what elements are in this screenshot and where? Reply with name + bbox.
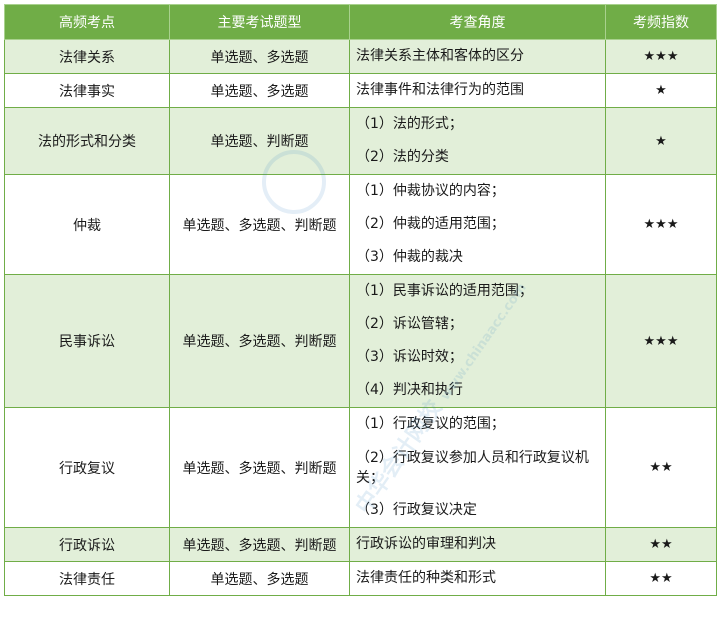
topic-cell: 法律关系 xyxy=(4,39,170,74)
topic-cell: 民事诉讼 xyxy=(4,274,170,408)
angle-item: （1）行政复议的范围； xyxy=(356,416,505,432)
table-row: 法律关系 单选题、多选题 法律关系主体和客体的区分 ★★★ xyxy=(4,39,717,74)
frequency-stars: ★★ xyxy=(605,407,717,528)
question-types-cell: 单选题、多选题、判断题 xyxy=(169,407,350,528)
angle-item: 法律责任的种类和形式 xyxy=(356,570,496,586)
header-topic: 高频考点 xyxy=(4,4,170,40)
exam-topics-table: 高频考点 主要考试题型 考查角度 考频指数 法律关系 单选题、多选题 法律关系主体和… xyxy=(4,4,717,596)
angles-cell: 行政诉讼的审理和判决 xyxy=(349,527,606,562)
question-types-cell: 单选题、多选题、判断题 xyxy=(169,174,350,275)
header-frequency: 考频指数 xyxy=(605,4,717,40)
question-types-cell: 单选题、多选题 xyxy=(169,561,350,596)
angle-item: （3）诉讼时效； xyxy=(356,349,463,365)
table-row: 法的形式和分类 单选题、判断题 （1）法的形式； （2）法的分类 ★ xyxy=(4,107,717,175)
table-row: 法律责任 单选题、多选题 法律责任的种类和形式 ★★ xyxy=(4,561,717,596)
angle-item: （2）仲裁的适用范围； xyxy=(356,216,505,232)
angle-item: （1）仲裁协议的内容； xyxy=(356,183,505,199)
table-row: 行政复议 单选题、多选题、判断题 （1）行政复议的范围； （2）行政复议参加人员和行政… xyxy=(4,407,717,528)
frequency-stars: ★★★ xyxy=(605,274,717,408)
angle-item: （2）法的分类 xyxy=(356,149,449,165)
frequency-stars: ★ xyxy=(605,107,717,175)
angles-cell: （1）法的形式； （2）法的分类 xyxy=(349,107,606,175)
table-row: 法律事实 单选题、多选题 法律事件和法律行为的范围 ★ xyxy=(4,73,717,108)
angle-item: （3）行政复议决定 xyxy=(356,502,477,518)
angle-item: （2）诉讼管辖； xyxy=(356,316,463,332)
frequency-stars: ★★ xyxy=(605,561,717,596)
angles-cell: （1）行政复议的范围； （2）行政复议参加人员和行政复议机关； （3）行政复议决定 xyxy=(349,407,606,528)
topic-cell: 法律事实 xyxy=(4,73,170,108)
frequency-stars: ★★ xyxy=(605,527,717,562)
angles-cell: 法律事件和法律行为的范围 xyxy=(349,73,606,108)
table-row: 仲裁 单选题、多选题、判断题 （1）仲裁协议的内容； （2）仲裁的适用范围； （3）仲裁… xyxy=(4,174,717,275)
angle-item: 法律关系主体和客体的区分 xyxy=(356,48,524,64)
question-types-cell: 单选题、多选题 xyxy=(169,73,350,108)
question-types-cell: 单选题、判断题 xyxy=(169,107,350,175)
topic-cell: 仲裁 xyxy=(4,174,170,275)
topic-cell: 行政诉讼 xyxy=(4,527,170,562)
angles-cell: （1）民事诉讼的适用范围； （2）诉讼管辖； （3）诉讼时效； （4）判决和执行 xyxy=(349,274,606,408)
angle-item: （1）民事诉讼的适用范围； xyxy=(356,283,533,299)
angles-cell: 法律责任的种类和形式 xyxy=(349,561,606,596)
header-question-types: 主要考试题型 xyxy=(169,4,350,40)
topic-cell: 法的形式和分类 xyxy=(4,107,170,175)
topic-cell: 法律责任 xyxy=(4,561,170,596)
angle-item: （4）判决和执行 xyxy=(356,382,463,398)
frequency-stars: ★★★ xyxy=(605,174,717,275)
angle-item: （2）行政复议参加人员和行政复议机关； xyxy=(356,450,589,486)
angles-cell: （1）仲裁协议的内容； （2）仲裁的适用范围； （3）仲裁的裁决 xyxy=(349,174,606,275)
table-header-row: 高频考点 主要考试题型 考查角度 考频指数 xyxy=(4,4,717,40)
table-row: 行政诉讼 单选题、多选题、判断题 行政诉讼的审理和判决 ★★ xyxy=(4,527,717,562)
angle-item: 行政诉讼的审理和判决 xyxy=(356,536,496,552)
header-angles: 考查角度 xyxy=(349,4,606,40)
frequency-stars: ★★★ xyxy=(605,39,717,74)
topic-cell: 行政复议 xyxy=(4,407,170,528)
angles-cell: 法律关系主体和客体的区分 xyxy=(349,39,606,74)
angle-item: 法律事件和法律行为的范围 xyxy=(356,82,524,98)
question-types-cell: 单选题、多选题、判断题 xyxy=(169,527,350,562)
angle-item: （1）法的形式； xyxy=(356,116,463,132)
frequency-stars: ★ xyxy=(605,73,717,108)
angle-item: （3）仲裁的裁决 xyxy=(356,249,463,265)
table-row: 民事诉讼 单选题、多选题、判断题 （1）民事诉讼的适用范围； （2）诉讼管辖； （3）诉… xyxy=(4,274,717,408)
question-types-cell: 单选题、多选题、判断题 xyxy=(169,274,350,408)
question-types-cell: 单选题、多选题 xyxy=(169,39,350,74)
